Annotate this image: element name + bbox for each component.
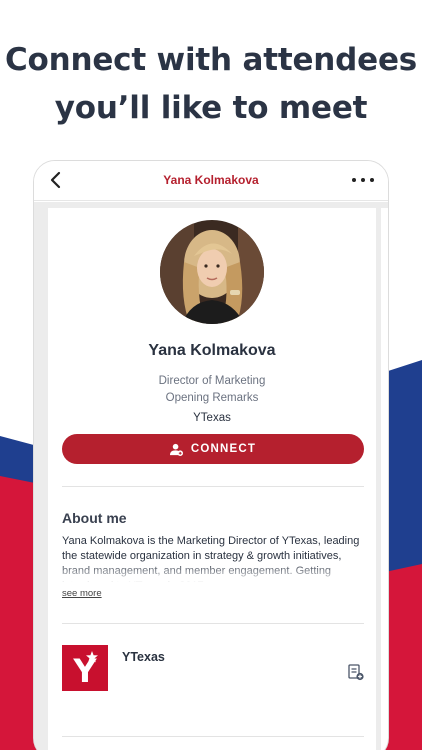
- see-more-link[interactable]: see more: [62, 588, 102, 599]
- profile-scroll-area[interactable]: Yana Kolmakova Director of Marketing Ope…: [34, 202, 388, 750]
- headline-line-2: you’ll like to meet: [54, 90, 368, 126]
- text-fade-overlay: [62, 562, 364, 582]
- more-dots-icon: [352, 178, 356, 182]
- organization-logo[interactable]: Y: [62, 645, 108, 691]
- avatar: [160, 220, 264, 324]
- add-to-calendar-button[interactable]: [348, 663, 364, 681]
- section-divider: [62, 486, 364, 487]
- section-divider: [62, 736, 364, 737]
- about-text-container: Yana Kolmakova is the Marketing Director…: [62, 534, 364, 582]
- person-add-icon: [169, 443, 183, 456]
- profile-company: YTexas: [193, 412, 231, 424]
- marketing-headline: Connect with attendees you’ll like to me…: [0, 36, 422, 132]
- add-to-calendar-icon: [348, 664, 364, 681]
- connect-button[interactable]: CONNECT: [62, 434, 364, 464]
- profile-job-title: Director of Marketing: [158, 375, 266, 387]
- phone-frame: Yana Kolmakova Yana Kolmakova Director o…: [33, 160, 389, 750]
- about-heading: About me: [62, 510, 127, 526]
- profile-photo: [160, 220, 264, 324]
- top-navigation-bar: Yana Kolmakova: [34, 161, 388, 201]
- profile-session: Opening Remarks: [165, 392, 259, 404]
- more-options-button[interactable]: [352, 173, 374, 187]
- ytexas-logo: Y: [62, 645, 108, 691]
- nav-title: Yana Kolmakova: [163, 173, 259, 187]
- headline-line-1: Connect with attendees: [4, 42, 418, 78]
- connect-label: CONNECT: [190, 443, 257, 455]
- profile-card: Yana Kolmakova Director of Marketing Ope…: [48, 208, 376, 750]
- section-divider: [62, 623, 364, 624]
- next-card-edge: [381, 208, 388, 750]
- profile-name: Yana Kolmakova: [148, 342, 276, 359]
- organization-name: YTexas: [122, 650, 165, 664]
